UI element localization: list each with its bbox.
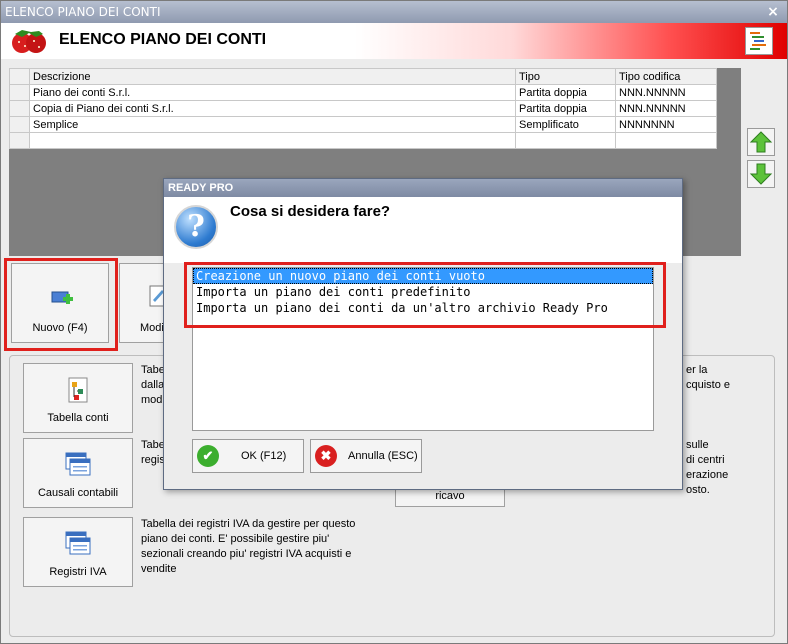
question-icon: ? xyxy=(174,205,218,249)
vat-registers-label: Registri IVA xyxy=(49,566,107,578)
table-cell: NNN.NNNNN xyxy=(615,84,717,101)
chart-of-accounts-icon xyxy=(68,377,88,403)
arrow-up-icon xyxy=(749,131,773,153)
table-cell: Partita doppia xyxy=(515,84,616,101)
accounting-causals-button[interactable]: Causali contabili xyxy=(23,438,133,508)
table-cell: Copia di Piano dei conti S.r.l. xyxy=(29,100,516,117)
highlight-box xyxy=(4,258,118,351)
main-window: ELENCO PIANO DEI CONTI × ELENCO PIANO DE… xyxy=(0,0,788,644)
accounts-table-label: Tabella conti xyxy=(47,412,109,424)
table-row-empty[interactable] xyxy=(9,132,717,149)
accounting-causals-description-right: sulle di centri erazione osto. xyxy=(686,439,729,496)
table-cell: NNN.NNNNN xyxy=(615,100,717,117)
accounts-table: Descrizione Tipo Tipo codifica Piano dei… xyxy=(9,68,717,149)
close-icon[interactable]: × xyxy=(765,4,781,20)
table-row[interactable]: Copia di Piano dei conti S.r.l. Partita … xyxy=(9,100,717,117)
accounting-causals-description: Tabe regis xyxy=(141,439,165,466)
table-row[interactable]: Piano dei conti S.r.l. Partita doppia NN… xyxy=(9,84,717,101)
column-header[interactable]: Tipo xyxy=(515,68,616,85)
dialog-question: Cosa si desidera fare? xyxy=(230,203,391,220)
options-highlight-box xyxy=(184,262,666,328)
modify-button-label: Modi xyxy=(140,322,164,334)
ok-button[interactable]: ✔ OK (F12) xyxy=(192,439,304,473)
window-list-icon xyxy=(65,531,91,555)
move-up-button[interactable] xyxy=(747,128,775,156)
checkmark-icon: ✔ xyxy=(197,445,219,467)
dialog-title: READY PRO xyxy=(164,179,682,197)
accounts-table-button[interactable]: Tabella conti xyxy=(23,363,133,433)
vat-registers-button[interactable]: Registri IVA xyxy=(23,517,133,587)
window-titlebar: ELENCO PIANO DEI CONTI × xyxy=(1,1,787,23)
dialog-header: ? Cosa si desidera fare? xyxy=(164,197,682,263)
table-row[interactable]: Semplice Semplificato NNNNNNN xyxy=(9,116,717,133)
window-title: ELENCO PIANO DEI CONTI xyxy=(5,5,161,19)
table-header-row: Descrizione Tipo Tipo codifica xyxy=(9,68,717,85)
list-icon[interactable] xyxy=(745,27,773,55)
accounting-causals-label: Causali contabili xyxy=(37,487,119,499)
table-cell: Piano dei conti S.r.l. xyxy=(29,84,516,101)
table-cell: NNNNNNN xyxy=(615,116,717,133)
cancel-x-icon: ✖ xyxy=(315,445,337,467)
cancel-button-label: Annulla (ESC) xyxy=(348,450,418,462)
page-title: ELENCO PIANO DEI CONTI xyxy=(59,31,267,48)
table-cell: Semplice xyxy=(29,116,516,133)
accounts-table-description: Tabe dalla modi xyxy=(141,364,165,406)
table-cell: Semplificato xyxy=(515,116,616,133)
cancel-button[interactable]: ✖ Annulla (ESC) xyxy=(310,439,422,473)
table-cell: Partita doppia xyxy=(515,100,616,117)
vat-registers-description: Tabella dei registri IVA da gestire per … xyxy=(141,518,356,575)
arrow-down-icon xyxy=(749,163,773,185)
strawberry-logo-icon xyxy=(12,30,46,53)
ok-button-label: OK (F12) xyxy=(241,450,287,462)
modify-button[interactable]: Modi xyxy=(119,263,167,343)
column-header[interactable]: Tipo codifica xyxy=(615,68,717,85)
accounts-table-description-right: er la cquisto e xyxy=(686,364,731,391)
header-banner: ELENCO PIANO DEI CONTI xyxy=(1,23,787,59)
move-down-button[interactable] xyxy=(747,160,775,188)
window-list-icon xyxy=(65,452,91,476)
column-header[interactable]: Descrizione xyxy=(29,68,516,85)
choice-dialog: READY PRO ? Cosa si desidera fare? Creaz… xyxy=(163,178,683,490)
revenue-button-label: ricavo xyxy=(435,490,465,502)
